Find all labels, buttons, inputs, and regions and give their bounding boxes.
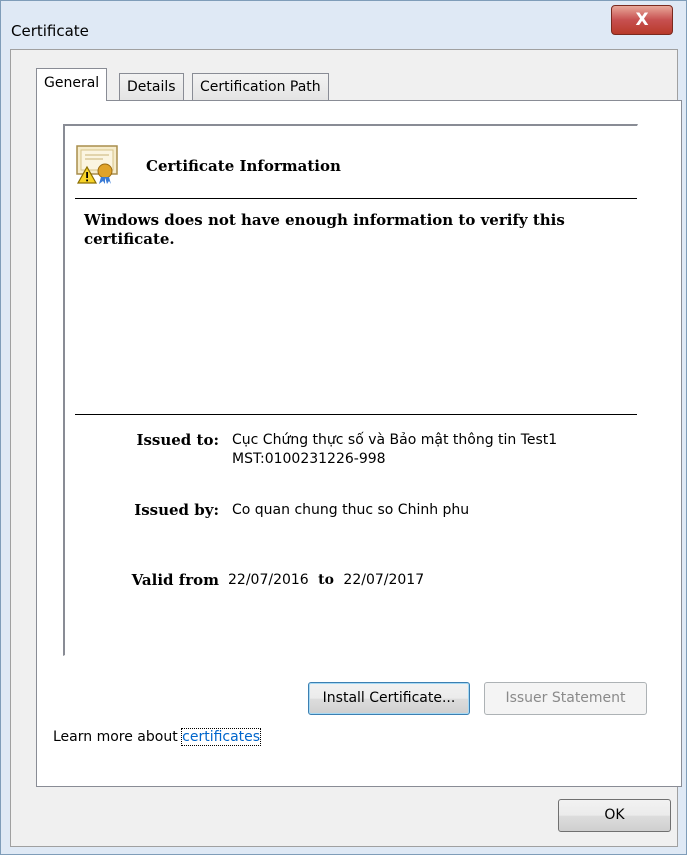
certificate-dialog: Certificate X General Details Certificat… xyxy=(0,0,687,855)
issued-to-value: Cục Chứng thực số và Bảo mật thông tin T… xyxy=(232,431,557,469)
certificates-link[interactable]: certificates xyxy=(181,728,262,746)
certificate-warning-icon xyxy=(76,145,118,184)
install-certificate-button[interactable]: Install Certificate... xyxy=(308,682,470,715)
general-tab-panel: Certificate Information Windows does not… xyxy=(36,100,682,787)
divider xyxy=(75,198,637,199)
certificate-information-box: Certificate Information Windows does not… xyxy=(63,124,638,656)
valid-to-date: 22/07/2017 xyxy=(343,572,425,588)
validity-period: 22/07/2016 to 22/07/2017 xyxy=(228,571,424,590)
title-bar[interactable]: Certificate X xyxy=(1,1,686,53)
issued-to-name: Cục Chứng thực số và Bảo mật thông tin T… xyxy=(232,432,558,448)
issued-by-label: Issued by: xyxy=(134,501,219,519)
valid-from-date: 22/07/2016 xyxy=(228,572,309,588)
valid-to-label: to xyxy=(318,572,334,588)
issued-to-label: Issued to: xyxy=(136,431,219,449)
window-title: Certificate xyxy=(11,22,89,40)
tab-general[interactable]: General xyxy=(36,68,108,101)
tab-certification-path[interactable]: Certification Path xyxy=(192,73,329,101)
divider xyxy=(75,414,637,415)
issuer-statement-button[interactable]: Issuer Statement xyxy=(484,682,647,715)
tab-details[interactable]: Details xyxy=(119,73,184,101)
close-button[interactable]: X xyxy=(611,5,673,35)
close-icon: X xyxy=(635,10,649,30)
valid-from-label: Valid from xyxy=(131,571,219,589)
learn-more-prefix: Learn more about xyxy=(53,729,183,745)
issued-by-value: Co quan chung thuc so Chinh phu xyxy=(232,502,470,518)
issued-to-tax-id: MST:0100231226-998 xyxy=(232,451,386,467)
ok-button[interactable]: OK xyxy=(558,799,671,832)
learn-more-text: Learn more about certificates xyxy=(53,728,262,746)
certificate-information-heading: Certificate Information xyxy=(146,157,341,175)
verification-warning: Windows does not have enough information… xyxy=(84,211,565,248)
